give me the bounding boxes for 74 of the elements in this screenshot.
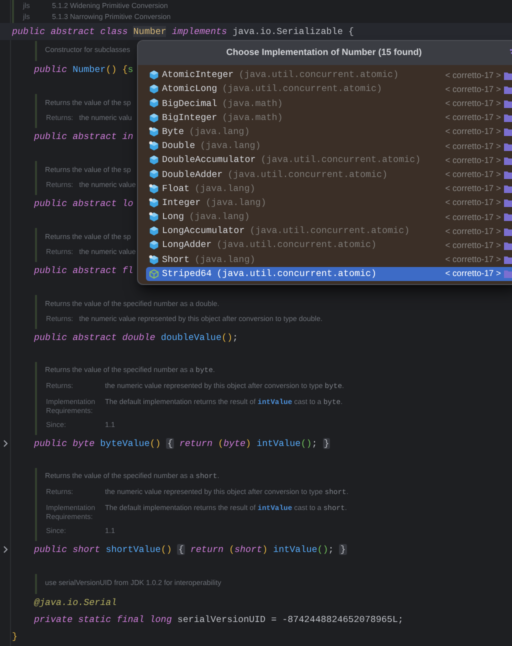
implementation-item[interactable]: LongAdder (java.util.concurrent.atomic) < corretto-17 > (146, 238, 512, 252)
module-label: < corretto-17 > (445, 267, 501, 280)
package-name: (java.lang) (194, 252, 256, 266)
implementation-item[interactable]: BigDecimal (java.math) < corretto-17 > (146, 96, 512, 111)
package-name: (java.util.concurrent.atomic) (216, 266, 377, 281)
implementation-item[interactable]: BigInteger (java.math) < corretto-17 > (146, 110, 512, 125)
class-name: BigInteger (162, 110, 218, 125)
class-name: LongAdder (162, 238, 212, 252)
implementation-item[interactable]: DoubleAdder (java.util.concurrent.atomic) < corretto-17 > (146, 167, 512, 182)
package-name: (java.lang) (189, 124, 250, 139)
class-name: LongAccumulator (162, 224, 245, 238)
code-line: @java.io.Serial (34, 596, 117, 609)
class-name: Double (162, 139, 196, 153)
code-line: public short shortValue() { return (short) intValue(); } (34, 543, 347, 556)
code-line: public abstract double doubleValue(); (34, 331, 238, 344)
module-label: < corretto-17 > (445, 210, 501, 224)
module-label: < corretto-17 > (445, 140, 501, 152)
module-label: < corretto-17 > (445, 154, 501, 167)
class-name: Long (162, 210, 184, 224)
class-name: DoubleAdder (162, 168, 223, 182)
code-line: } (12, 630, 18, 643)
module-label: < corretto-17 > (445, 238, 501, 252)
implementation-item[interactable]: Long (java.lang) < corretto-17 > (146, 210, 512, 224)
class-name: AtomicLong (162, 82, 218, 96)
module-label: < corretto-17 > (445, 97, 501, 110)
module-label: < corretto-17 > (445, 125, 501, 138)
package-name: (java.lang) (194, 182, 256, 196)
package-name: (java.math) (222, 96, 283, 110)
package-name: (java.lang) (206, 196, 266, 210)
module-label: < corretto-17 > (445, 111, 501, 124)
module-label: < corretto-17 > (445, 196, 501, 210)
implementation-item[interactable]: Float (java.lang) < corretto-17 > (146, 182, 512, 196)
popup-title: Choose Implementation of Number (15 found) (225, 46, 423, 60)
class-name: BigDecimal (162, 96, 218, 110)
class-name: Byte (162, 124, 184, 139)
package-name: (java.util.concurrent.atomic) (250, 224, 410, 238)
package-name: (java.util.concurrent.atomic) (238, 68, 399, 82)
implementation-item[interactable]: DoubleAccumulator (java.util.concurrent.atomic) < corretto-17 > (146, 153, 512, 168)
class-name: Float (162, 182, 190, 196)
implementation-item[interactable]: AtomicInteger (java.util.concurrent.atomic) < corretto-17 > (146, 68, 512, 82)
class-name: AtomicInteger (162, 68, 234, 82)
implementation-item[interactable]: Integer (java.lang) < corretto-17 > (146, 196, 512, 210)
class-name: Integer (162, 196, 201, 210)
package-name: (java.util.concurrent.atomic) (260, 153, 421, 168)
class-name: Striped64 (162, 266, 212, 281)
module-label: < corretto-17 > (445, 82, 501, 96)
package-name: (java.lang) (189, 210, 250, 224)
package-name: (java.util.concurrent.atomic) (222, 82, 382, 96)
implementation-item[interactable]: Double (java.lang) < corretto-17 > (146, 138, 512, 154)
package-name: (java.lang) (200, 139, 261, 153)
implementation-item[interactable]: Striped64 (java.util.concurrent.atomic) < corretto-17 > (146, 266, 512, 281)
fold-chevron-icon[interactable] (3, 546, 8, 553)
package-name: (java.util.concurrent.atomic) (228, 168, 388, 182)
class-name: DoubleAccumulator (162, 153, 256, 168)
package-name: (java.util.concurrent.atomic) (216, 238, 377, 252)
code-line: public abstract lo (34, 197, 134, 210)
code-line: public byte byteValue() { return (byte) intValue(); } (34, 437, 330, 450)
module-label: < corretto-17 > (445, 168, 501, 181)
code-line: public Number() {s (34, 63, 134, 76)
implementation-item[interactable]: Short (java.lang) < corretto-17 > (146, 252, 512, 267)
code-line: private static final long serialVersionUID = -8742448824652078965L; (34, 613, 404, 626)
module-label: < corretto-17 > (445, 224, 501, 238)
module-label: < corretto-17 > (445, 68, 501, 82)
implementation-item[interactable]: Byte (java.lang) < corretto-17 > (146, 124, 512, 139)
code-line: public abstract fl (34, 264, 134, 277)
fold-chevron-icon[interactable] (3, 440, 8, 447)
module-label: < corretto-17 > (445, 253, 501, 266)
class-name: Short (162, 252, 190, 266)
package-name: (java.math) (222, 110, 283, 125)
implementation-item[interactable]: AtomicLong (java.util.concurrent.atomic) < corretto-17 > (146, 82, 512, 96)
code-line: public abstract in (34, 130, 134, 143)
module-label: < corretto-17 > (445, 182, 501, 195)
code-line: public abstract class Number implements java.io.Serializable { (12, 25, 354, 38)
implementation-item[interactable]: LongAccumulator (java.util.concurrent.atomic) < corretto-17 > (146, 224, 512, 238)
